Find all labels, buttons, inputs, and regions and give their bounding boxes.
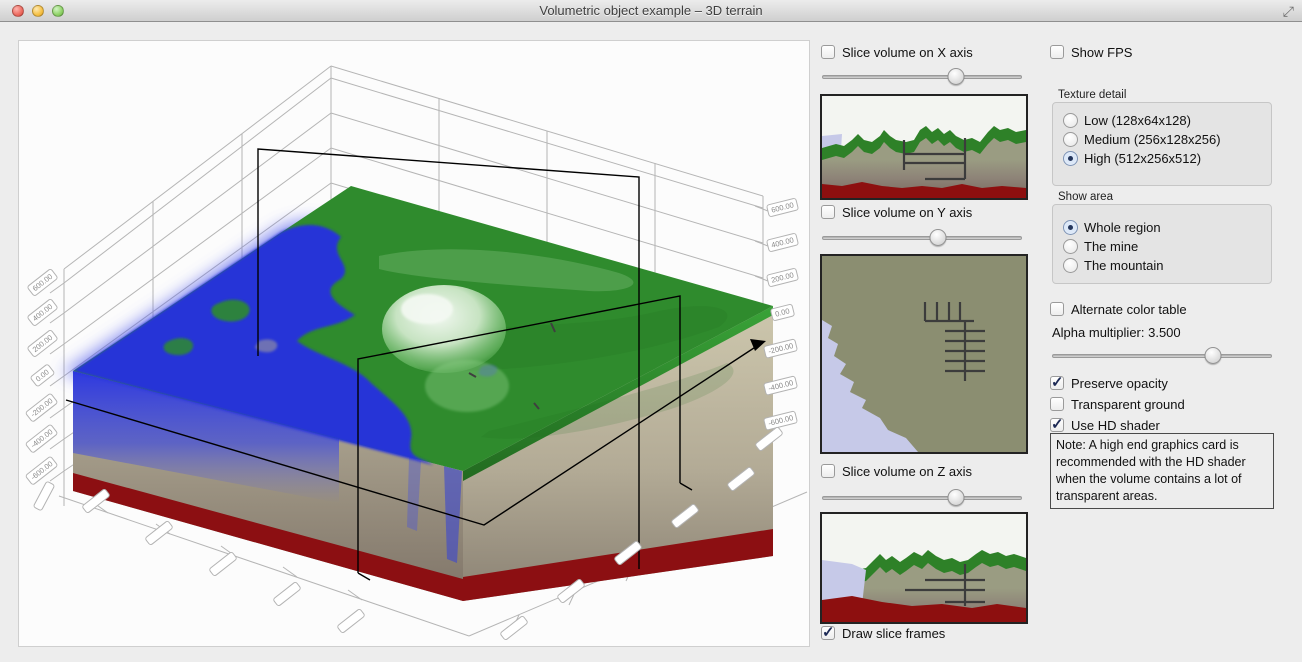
- slice-x-slider[interactable]: [822, 68, 1022, 86]
- slice-z-slider[interactable]: [822, 489, 1022, 507]
- radio-texture-medium[interactable]: Medium (256x128x256): [1063, 131, 1221, 147]
- checkbox-box[interactable]: ✓: [1050, 397, 1064, 411]
- alpha-multiplier-slider[interactable]: [1052, 347, 1272, 365]
- radio-label: The mine: [1084, 239, 1138, 254]
- radio-button[interactable]: [1063, 132, 1078, 147]
- slider-track[interactable]: [822, 75, 1022, 79]
- use-hd-shader-checkbox[interactable]: ✓ Use HD shader: [1050, 417, 1160, 433]
- checkbox-label: Alternate color table: [1071, 302, 1187, 317]
- radio-button[interactable]: [1063, 258, 1078, 273]
- terrain-3d-canvas: [19, 41, 811, 648]
- radio-label: The mountain: [1084, 258, 1164, 273]
- radio-texture-high[interactable]: High (512x256x512): [1063, 150, 1201, 166]
- checkbox-label: Slice volume on Z axis: [842, 464, 972, 479]
- radio-button[interactable]: [1063, 151, 1078, 166]
- alternate-color-table-checkbox[interactable]: ✓ Alternate color table: [1050, 301, 1187, 317]
- checkbox-box[interactable]: ✓: [821, 45, 835, 59]
- hd-shader-note: Note: A high end graphics card is recomm…: [1050, 433, 1274, 509]
- slice-x-checkbox[interactable]: ✓ Slice volume on X axis: [821, 44, 973, 60]
- checkbox-box[interactable]: ✓: [821, 464, 835, 478]
- slider-track[interactable]: [822, 496, 1022, 500]
- checkbox-label: Preserve opacity: [1071, 376, 1168, 391]
- slider-track[interactable]: [1052, 354, 1272, 358]
- alpha-multiplier-label: Alpha multiplier: 3.500: [1052, 325, 1181, 340]
- texture-detail-group-label: Texture detail: [1058, 89, 1126, 101]
- fullscreen-icon[interactable]: ⤢: [1283, 3, 1294, 20]
- slider-thumb[interactable]: [948, 68, 965, 85]
- radio-label: High (512x256x512): [1084, 151, 1201, 166]
- transparent-ground-checkbox[interactable]: ✓ Transparent ground: [1050, 396, 1185, 412]
- draw-slice-frames-checkbox[interactable]: ✓ Draw slice frames: [821, 625, 945, 641]
- checkbox-label: Draw slice frames: [842, 626, 945, 641]
- slice-y-slider[interactable]: [822, 229, 1022, 247]
- terrain-3d-view[interactable]: 600.00 400.00 200.00 0.00 -200.00 -400.0…: [18, 40, 810, 647]
- radio-texture-low[interactable]: Low (128x64x128): [1063, 112, 1191, 128]
- checkbox-box[interactable]: ✓: [1050, 418, 1064, 432]
- slice-z-preview: [820, 512, 1028, 624]
- slider-thumb[interactable]: [948, 489, 965, 506]
- radio-label: Whole region: [1084, 220, 1161, 235]
- checkbox-box[interactable]: ✓: [1050, 376, 1064, 390]
- slider-track[interactable]: [822, 236, 1022, 240]
- checkbox-label: Show FPS: [1071, 45, 1132, 60]
- terrain-volume: [73, 186, 773, 601]
- slider-thumb[interactable]: [930, 229, 947, 246]
- show-area-group-label: Show area: [1058, 191, 1113, 203]
- radio-the-mountain[interactable]: The mountain: [1063, 257, 1164, 273]
- checkbox-box[interactable]: ✓: [821, 205, 835, 219]
- app-window: Volumetric object example – 3D terrain ⤢: [0, 0, 1302, 662]
- radio-label: Low (128x64x128): [1084, 113, 1191, 128]
- radio-button[interactable]: [1063, 220, 1078, 235]
- radio-whole-region[interactable]: Whole region: [1063, 219, 1161, 235]
- checkbox-label: Transparent ground: [1071, 397, 1185, 412]
- slice-y-preview: [820, 254, 1028, 454]
- slider-thumb[interactable]: [1204, 347, 1221, 364]
- slice-x-preview: [820, 94, 1028, 200]
- checkbox-label: Slice volume on X axis: [842, 45, 973, 60]
- checkbox-label: Slice volume on Y axis: [842, 205, 972, 220]
- checkbox-box[interactable]: ✓: [821, 626, 835, 640]
- radio-button[interactable]: [1063, 239, 1078, 254]
- checkbox-box[interactable]: ✓: [1050, 302, 1064, 316]
- slice-y-checkbox[interactable]: ✓ Slice volume on Y axis: [821, 204, 972, 220]
- checkbox-box[interactable]: ✓: [1050, 45, 1064, 59]
- preserve-opacity-checkbox[interactable]: ✓ Preserve opacity: [1050, 375, 1168, 391]
- radio-button[interactable]: [1063, 113, 1078, 128]
- window-title: Volumetric object example – 3D terrain: [0, 0, 1302, 22]
- show-fps-checkbox[interactable]: ✓ Show FPS: [1050, 44, 1132, 60]
- radio-the-mine[interactable]: The mine: [1063, 238, 1138, 254]
- radio-label: Medium (256x128x256): [1084, 132, 1221, 147]
- slice-z-checkbox[interactable]: ✓ Slice volume on Z axis: [821, 463, 972, 479]
- checkbox-label: Use HD shader: [1071, 418, 1160, 433]
- title-bar[interactable]: Volumetric object example – 3D terrain ⤢: [0, 0, 1302, 22]
